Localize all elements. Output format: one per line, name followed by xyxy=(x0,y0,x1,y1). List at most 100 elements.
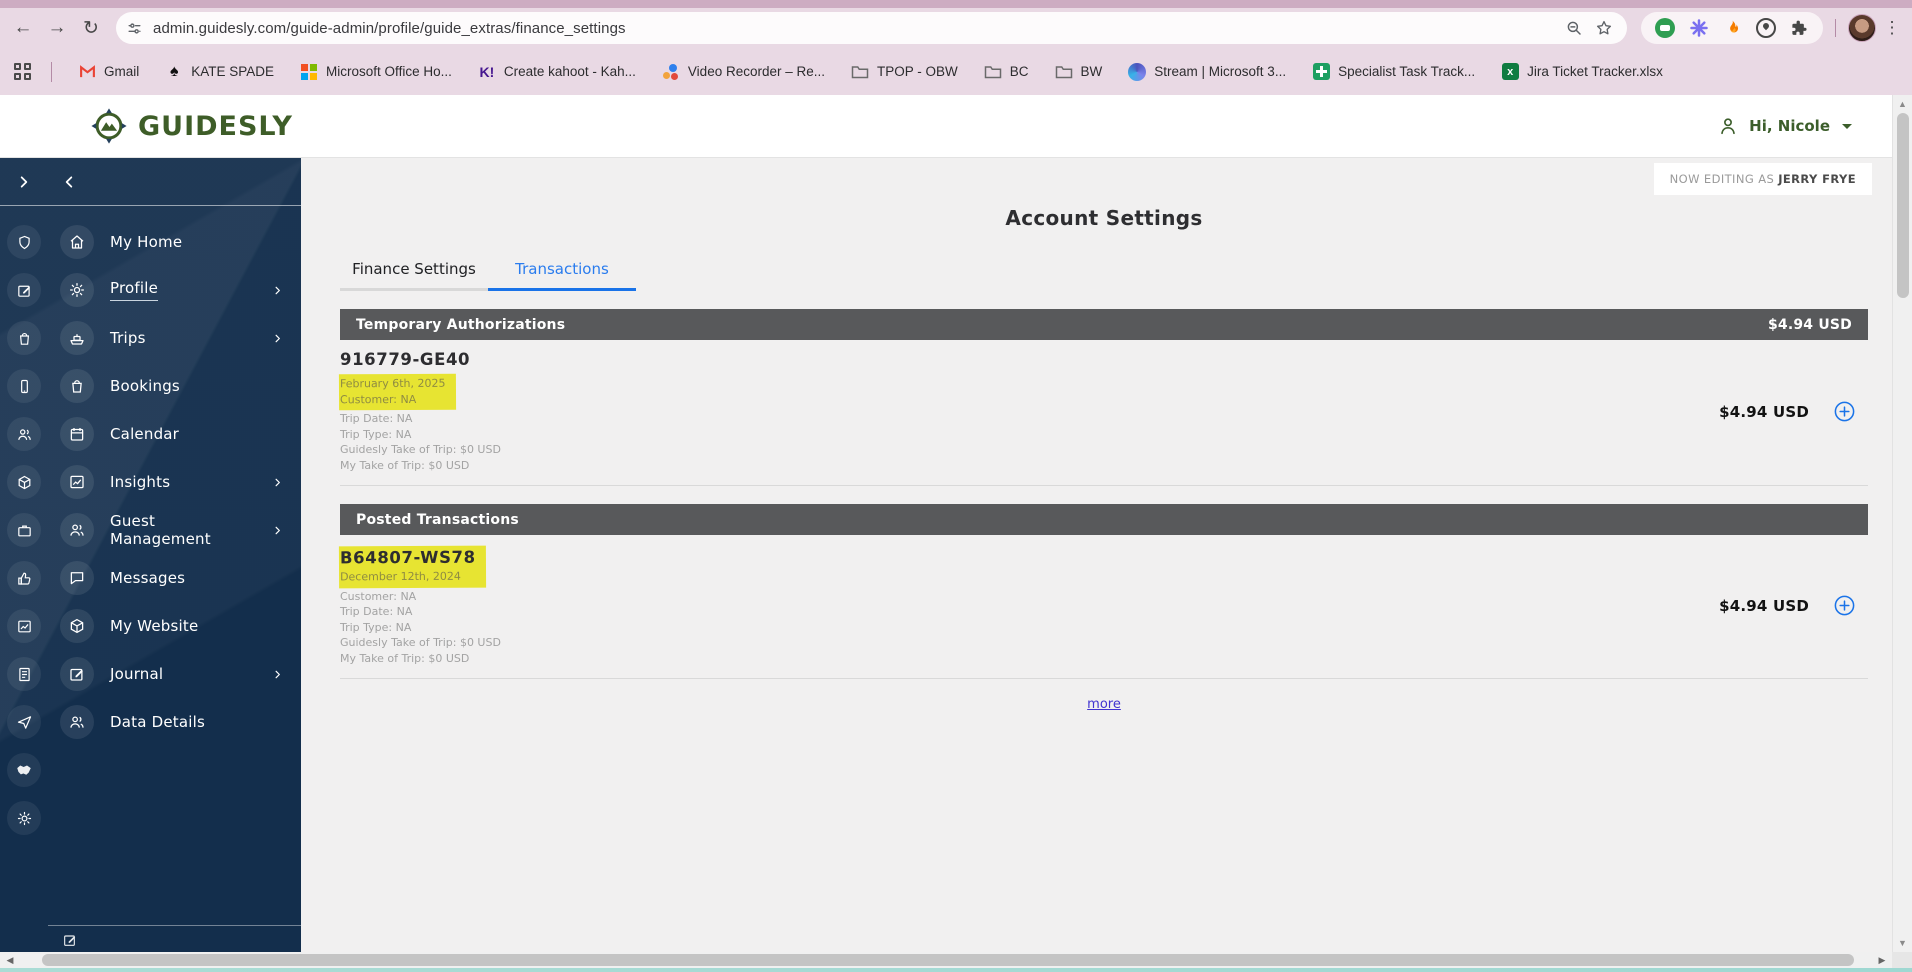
bookmark-item[interactable]: x Jira Ticket Tracker.xlsx xyxy=(1501,63,1663,81)
profile-avatar[interactable] xyxy=(1848,14,1876,42)
sidebar-item-calendar[interactable]: Calendar xyxy=(48,410,301,458)
smartphone-icon[interactable] xyxy=(6,362,42,410)
thumbs-up-icon[interactable] xyxy=(6,554,42,602)
chevron-right-icon xyxy=(272,669,283,680)
sidebar-item-journal[interactable]: Journal xyxy=(48,650,301,698)
bookmark-star-icon[interactable] xyxy=(1595,19,1613,37)
shopping-bag-icon xyxy=(60,369,94,403)
paper-plane-icon[interactable] xyxy=(6,698,42,746)
transaction-trip-type: Trip Type: NA xyxy=(340,427,412,441)
pencil-square-icon xyxy=(60,657,94,691)
sidebar-bottom-item[interactable] xyxy=(48,925,301,952)
apps-grid-icon[interactable] xyxy=(14,63,31,80)
guidesly-logo[interactable]: GUIDESLY xyxy=(90,107,293,145)
sidebar-item-bookings[interactable]: Bookings xyxy=(48,362,301,410)
site-info-icon[interactable] xyxy=(126,20,143,37)
scroll-up-icon[interactable]: ▲ xyxy=(1893,95,1912,113)
gmail-icon xyxy=(78,63,96,81)
bookmark-item[interactable]: K! Create kahoot - Kah... xyxy=(478,63,635,81)
sidebar-item-my-home[interactable]: My Home xyxy=(48,218,301,266)
page-title: Account Settings xyxy=(1005,206,1203,230)
bookmark-item[interactable]: TPOP - OBW xyxy=(851,63,958,81)
pencil-square-icon[interactable] xyxy=(6,266,42,314)
chevron-right-icon xyxy=(272,525,283,536)
chevron-right-icon xyxy=(272,477,283,488)
transaction-amount: $4.94 USD xyxy=(1719,402,1809,421)
transaction-my-take: My Take of Trip: $0 USD xyxy=(340,651,470,665)
bookmark-item[interactable]: Video Recorder – Re... xyxy=(662,63,825,81)
sidebar-item-my-website[interactable]: My Website xyxy=(48,602,301,650)
transaction-date: February 6th, 2025 xyxy=(339,376,446,391)
puzzle-extensions-icon[interactable] xyxy=(1790,19,1809,38)
sidebar-item-messages[interactable]: Messages xyxy=(48,554,301,602)
more-link[interactable]: more xyxy=(1087,697,1121,712)
transaction-customer: Customer: NA xyxy=(340,392,417,406)
users-icon[interactable] xyxy=(6,410,42,458)
flame-extension-icon[interactable] xyxy=(1723,19,1742,38)
scroll-left-icon[interactable]: ◀ xyxy=(0,955,20,966)
shopping-bag-icon[interactable] xyxy=(6,314,42,362)
forward-icon[interactable]: → xyxy=(42,13,72,43)
shield-icon[interactable] xyxy=(6,218,42,266)
tab-finance-settings[interactable]: Finance Settings xyxy=(340,252,488,291)
chart-icon[interactable] xyxy=(6,602,42,650)
bookmark-item[interactable]: Microsoft Office Ho... xyxy=(300,63,452,81)
brand-name: GUIDESLY xyxy=(138,110,293,142)
transaction-id: 916779-GE40 xyxy=(340,350,471,369)
briefcase-icon[interactable] xyxy=(6,506,42,554)
browser-window: ← → ↻ admin.guidesly.com/guide-admin/pro… xyxy=(0,0,1912,972)
sidebar-item-guest-management[interactable]: Guest Management xyxy=(48,506,301,554)
microsoft-icon xyxy=(300,63,318,81)
zoom-search-icon[interactable] xyxy=(1565,19,1583,37)
sidebar-item-profile[interactable]: Profile xyxy=(48,266,301,314)
editing-user-name: JERRY FRYE xyxy=(1778,172,1856,186)
asterisk-extension-icon[interactable] xyxy=(1689,18,1709,38)
document-icon[interactable] xyxy=(6,650,42,698)
sidebar-top-bar xyxy=(0,158,301,206)
address-bar[interactable]: admin.guidesly.com/guide-admin/profile/g… xyxy=(116,12,1627,44)
expand-plus-icon[interactable] xyxy=(1833,594,1856,617)
scroll-right-icon[interactable]: ▶ xyxy=(1872,955,1892,966)
chevron-down-icon xyxy=(1842,123,1852,129)
sidebar-item-data-details[interactable]: Data Details xyxy=(48,698,301,746)
reload-icon[interactable]: ↻ xyxy=(76,13,106,43)
horizontal-scrollbar[interactable]: ◀ ▶ xyxy=(0,952,1912,968)
vertical-scrollbar-thumb[interactable] xyxy=(1896,113,1909,298)
transaction-customer: Customer: NA xyxy=(340,589,417,603)
scrollbar-corner xyxy=(1892,952,1912,968)
bookmark-item[interactable]: Stream | Microsoft 3... xyxy=(1128,62,1286,81)
robot-extension-icon[interactable] xyxy=(1655,18,1675,38)
bookmark-item[interactable]: Gmail xyxy=(78,63,139,81)
expand-rail-icon[interactable] xyxy=(0,175,48,189)
location-pin-extension-icon[interactable] xyxy=(1756,18,1776,38)
url-text[interactable]: admin.guidesly.com/guide-admin/profile/g… xyxy=(153,20,1555,37)
sidebar-menu: My Home Profile Trips Bookings Calendar … xyxy=(48,206,301,952)
chrome-menu-icon[interactable]: ⋮ xyxy=(1880,18,1904,38)
back-icon[interactable]: ← xyxy=(8,13,38,43)
tab-transactions[interactable]: Transactions xyxy=(488,252,636,291)
expand-plus-icon[interactable] xyxy=(1833,400,1856,423)
extensions-shelf xyxy=(1641,12,1823,44)
bookmark-item[interactable]: Specialist Task Track... xyxy=(1312,63,1475,81)
user-menu[interactable]: Hi, Nicole xyxy=(1717,115,1852,137)
bookmark-item[interactable]: BW xyxy=(1055,63,1102,81)
section-header: Temporary Authorizations $4.94 USD xyxy=(340,309,1868,340)
bookmark-item[interactable]: ♠ KATE SPADE xyxy=(165,63,274,81)
bookmark-item[interactable]: BC xyxy=(984,63,1029,81)
handshake-icon[interactable] xyxy=(6,746,42,794)
section-title: Temporary Authorizations xyxy=(356,316,566,333)
transaction-id: B64807-WS78 xyxy=(339,547,476,568)
horizontal-scrollbar-thumb[interactable] xyxy=(42,954,1854,966)
scroll-down-icon[interactable]: ▼ xyxy=(1893,934,1912,952)
collapse-sidebar-icon[interactable] xyxy=(62,175,76,189)
vertical-scrollbar[interactable]: ▲ ▼ xyxy=(1892,95,1912,952)
package-icon[interactable] xyxy=(6,458,42,506)
sidebar-item-insights[interactable]: Insights xyxy=(48,458,301,506)
section-posted-transactions: Posted Transactions B64807-WS78 December… xyxy=(338,504,1868,679)
folder-icon xyxy=(984,63,1002,81)
gear-icon[interactable] xyxy=(6,794,42,842)
site-header: GUIDESLY Hi, Nicole xyxy=(0,95,1892,158)
sidebar-item-trips[interactable]: Trips xyxy=(48,314,301,362)
users-icon xyxy=(60,513,94,547)
excel-icon: x xyxy=(1501,63,1519,81)
